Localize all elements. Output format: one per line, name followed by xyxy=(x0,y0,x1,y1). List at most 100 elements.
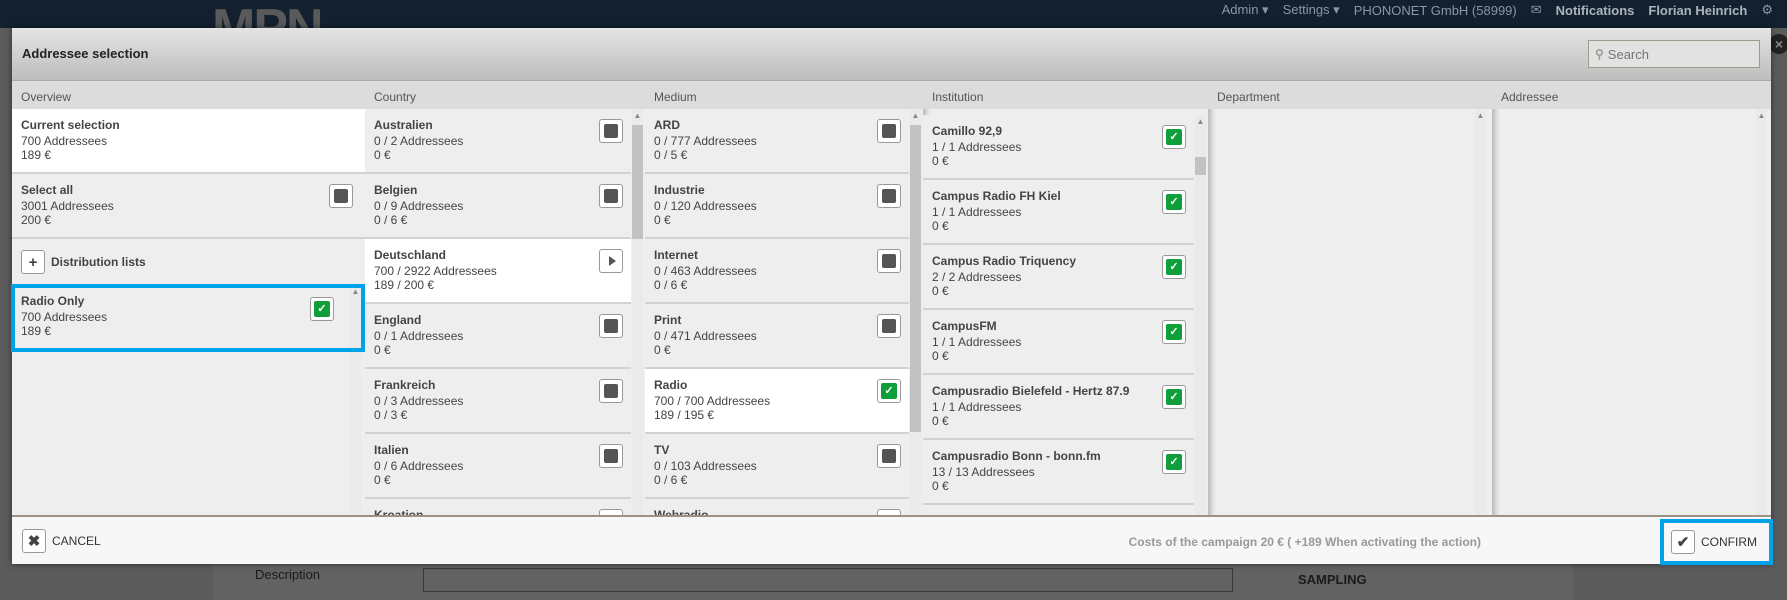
institution-row[interactable]: Camillo 92,9 1 / 1 Addressees 0 € ✓ xyxy=(923,115,1194,180)
search-input[interactable] xyxy=(1607,46,1748,62)
institution-row[interactable]: Campus Radio FH Kiel 1 / 1 Addressees 0 € ✓ xyxy=(923,180,1194,245)
country-row[interactable]: Frankreich 0 / 3 Addressees 0 / 3 € xyxy=(365,369,631,434)
medium-checkbox[interactable] xyxy=(877,314,901,338)
medium-row[interactable]: ARD 0 / 777 Addressees 0 / 5 € xyxy=(645,109,909,174)
medium-cost: 0 / 5 € xyxy=(654,148,688,162)
medium-checkbox[interactable] xyxy=(877,249,901,273)
country-row[interactable]: Australien 0 / 2 Addressees 0 € xyxy=(365,109,631,174)
medium-row[interactable]: Internet 0 / 463 Addressees 0 / 6 € xyxy=(645,239,909,304)
institution-cost: 0 € xyxy=(932,154,949,168)
country-checkbox[interactable] xyxy=(599,119,623,143)
current-selection-cost: 189 € xyxy=(21,148,52,162)
close-icon[interactable]: × xyxy=(1769,34,1787,54)
institution-title: Campusradio Bonn - bonn.fm xyxy=(932,449,1101,463)
medium-row[interactable]: TV 0 / 103 Addressees 0 / 6 € xyxy=(645,434,909,499)
select-all-checkbox[interactable] xyxy=(329,184,353,208)
medium-count: 0 / 120 Addressees xyxy=(654,199,757,213)
mail-icon[interactable]: ✉ xyxy=(1531,2,1542,18)
medium-title: Radio xyxy=(654,378,688,392)
user-name[interactable]: Florian Heinrich xyxy=(1648,3,1747,18)
current-selection-title: Current selection xyxy=(21,118,120,132)
country-checkbox[interactable] xyxy=(599,184,623,208)
institution-cost: 0 € xyxy=(932,414,949,428)
company-label[interactable]: PHONONET GmbH (58999) xyxy=(1354,3,1517,18)
description-input[interactable] xyxy=(423,568,1233,592)
confirm-label: CONFIRM xyxy=(1701,535,1757,549)
plus-icon[interactable]: + xyxy=(21,250,45,274)
country-checkbox[interactable] xyxy=(599,249,623,273)
institution-checkbox[interactable]: ✓ xyxy=(1162,320,1186,344)
select-all-row[interactable]: Select all 3001 Addressees 200 € xyxy=(12,174,365,239)
institution-title: Campus Radio Triquency xyxy=(932,254,1077,268)
institution-row[interactable]: Campusradio Bonn - bonn.fm 13 / 13 Addres… xyxy=(923,440,1194,505)
select-all-cost: 200 € xyxy=(21,213,52,227)
search-box[interactable]: ⚲ xyxy=(1588,40,1760,68)
institution-count: 1 / 1 Addressees xyxy=(932,400,1022,414)
country-row[interactable]: Deutschland 700 / 2922 Addressees 189 / 20… xyxy=(365,239,631,304)
country-cost: 0 € xyxy=(374,473,391,487)
institution-cost: 0 € xyxy=(932,349,949,363)
institution-count: 1 / 1 Addressees xyxy=(932,205,1022,219)
settings-menu[interactable]: Settings ▾ xyxy=(1283,2,1340,18)
distribution-lists-toggle[interactable]: + Distribution lists xyxy=(21,239,146,285)
institution-cost: 0 € xyxy=(932,284,949,298)
institution-scrollbar[interactable]: ▲▼ xyxy=(1195,115,1206,543)
country-count: 0 / 2 Addressees xyxy=(374,134,464,148)
column-header-institution: Institution xyxy=(923,81,1208,109)
medium-title: ARD xyxy=(654,118,680,132)
country-scrollbar[interactable]: ▲▼ xyxy=(632,109,643,543)
close-x-icon: ✖ xyxy=(22,529,46,553)
country-row[interactable]: Belgien 0 / 9 Addressees 0 / 6 € xyxy=(365,174,631,239)
campaign-cost-text: Costs of the campaign 20 € ( +189 When a… xyxy=(1128,535,1481,549)
medium-cost: 189 / 195 € xyxy=(654,408,715,422)
institution-row[interactable]: Campus Radio Triquency 2 / 2 Addressees 0 … xyxy=(923,245,1194,310)
medium-row[interactable]: Radio 700 / 700 Addressees 189 / 195 € ✓ xyxy=(645,369,909,434)
institution-row[interactable]: Campusradio Bielefeld - Hertz 87.9 1 / 1 … xyxy=(923,375,1194,440)
column-header-department: Department xyxy=(1208,81,1492,109)
country-row[interactable]: England 0 / 1 Addressees 0 € xyxy=(365,304,631,369)
country-title: Belgien xyxy=(374,183,418,197)
description-label: Description xyxy=(255,567,321,582)
medium-checkbox[interactable] xyxy=(877,184,901,208)
column-header-country: Country xyxy=(365,81,645,109)
logo: MPN xyxy=(212,2,322,28)
medium-count: 0 / 463 Addressees xyxy=(654,264,757,278)
department-scrollbar[interactable]: ▲▼ xyxy=(1475,109,1486,543)
notifications-link[interactable]: Notifications xyxy=(1556,3,1635,18)
medium-title: Industrie xyxy=(654,183,705,197)
country-column: Country Australien 0 / 2 Addressees 0 € Bel… xyxy=(365,81,645,543)
institution-count: 1 / 1 Addressees xyxy=(932,335,1022,349)
medium-count: 0 / 471 Addressees xyxy=(654,329,757,343)
distribution-lists-label: Distribution lists xyxy=(51,255,146,269)
country-checkbox[interactable] xyxy=(599,379,623,403)
institution-checkbox[interactable]: ✓ xyxy=(1162,450,1186,474)
medium-scrollbar[interactable]: ▲▼ xyxy=(910,109,921,543)
institution-row[interactable]: CampusFM 1 / 1 Addressees 0 € ✓ xyxy=(923,310,1194,375)
institution-checkbox[interactable]: ✓ xyxy=(1162,255,1186,279)
admin-menu[interactable]: Admin ▾ xyxy=(1222,2,1269,18)
institution-checkbox[interactable]: ✓ xyxy=(1162,125,1186,149)
medium-checkbox[interactable]: ✓ xyxy=(877,379,901,403)
country-title: England xyxy=(374,313,422,327)
medium-row[interactable]: Industrie 0 / 120 Addressees 0 € xyxy=(645,174,909,239)
country-checkbox[interactable] xyxy=(599,314,623,338)
institution-checkbox[interactable]: ✓ xyxy=(1162,190,1186,214)
medium-checkbox[interactable] xyxy=(877,444,901,468)
institution-title: CampusFM xyxy=(932,319,997,333)
institution-count: 2 / 2 Addressees xyxy=(932,270,1022,284)
medium-checkbox[interactable] xyxy=(877,119,901,143)
cancel-button[interactable]: ✖ CANCEL xyxy=(22,529,101,553)
confirm-button[interactable]: ✔ CONFIRM xyxy=(1660,519,1773,565)
medium-row[interactable]: Print 0 / 471 Addressees 0 € xyxy=(645,304,909,369)
gear-icon[interactable]: ⚙ xyxy=(1761,2,1773,18)
country-title: Italien xyxy=(374,443,409,457)
country-title: Frankreich xyxy=(374,378,436,392)
country-checkbox[interactable] xyxy=(599,444,623,468)
country-count: 0 / 6 Addressees xyxy=(374,459,464,473)
addressee-scrollbar[interactable]: ▲ xyxy=(1756,109,1767,543)
country-row[interactable]: Italien 0 / 6 Addressees 0 € xyxy=(365,434,631,499)
country-cost: 0 € xyxy=(374,343,391,357)
country-title: Australien xyxy=(374,118,433,132)
country-count: 0 / 3 Addressees xyxy=(374,394,464,408)
institution-checkbox[interactable]: ✓ xyxy=(1162,385,1186,409)
